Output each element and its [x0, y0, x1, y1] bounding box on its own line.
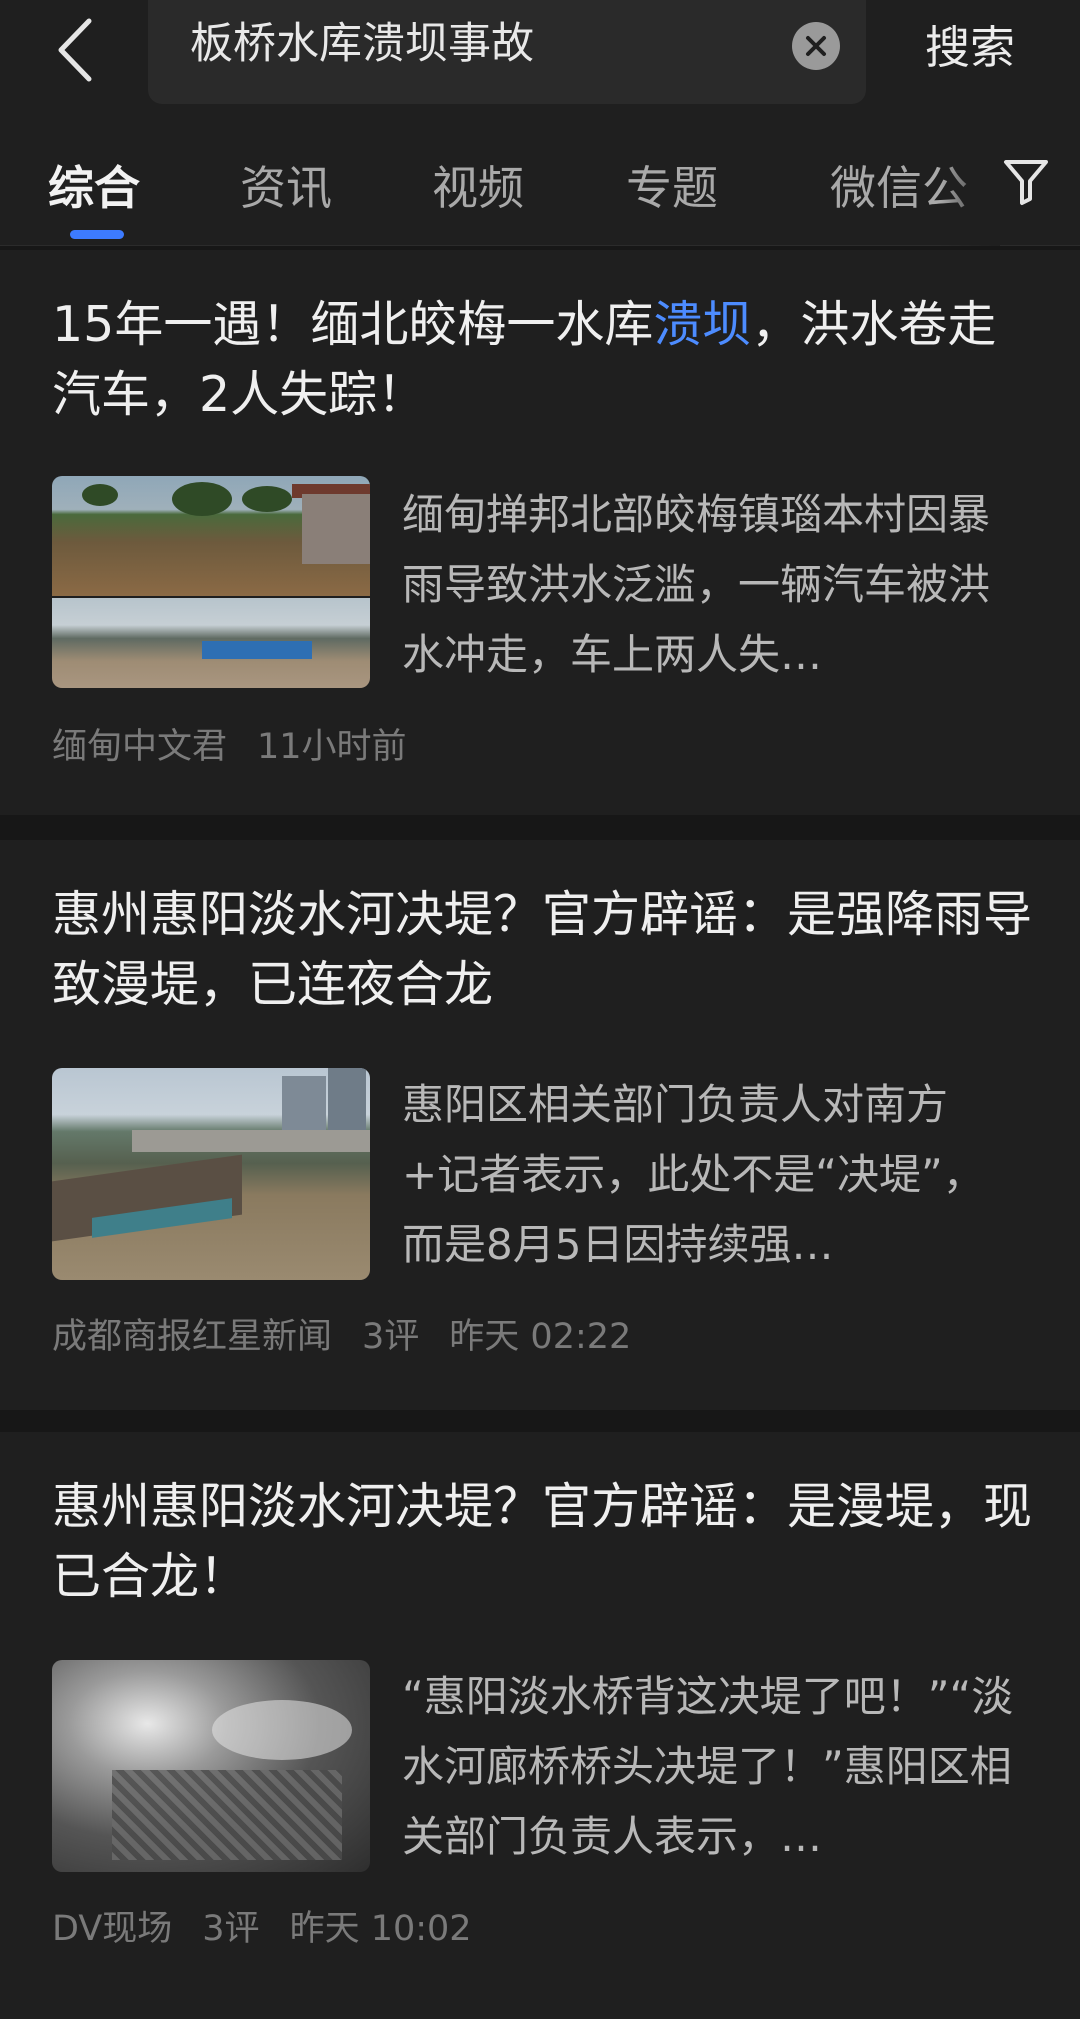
tab-news[interactable]: 资讯	[240, 158, 332, 218]
chevron-left-icon	[58, 18, 92, 82]
news-source: 缅甸中文君	[52, 727, 228, 767]
news-title[interactable]: 惠州惠阳淡水河决堤？官方辟谣：是强降雨导致漫堤，已连夜合龙	[52, 880, 1042, 1020]
search-query-text[interactable]: 板桥水库溃坝事故	[190, 14, 534, 74]
news-summary[interactable]: “惠阳淡水桥背这决堤了吧！”“淡水河廊桥桥头决堤了！”惠阳区相关部门负责人表示，…	[402, 1662, 1022, 1872]
tab-topics[interactable]: 专题	[626, 158, 718, 218]
news-card[interactable]: 惠州惠阳淡水河决堤？官方辟谣：是强降雨导致漫堤，已连夜合龙 惠阳区相关部门负责人…	[0, 840, 1080, 1410]
clear-search-button[interactable]	[792, 22, 840, 70]
news-summary[interactable]: 缅甸掸邦北部皎梅镇瑙本村因暴雨导致洪水泛滥，一辆汽车被洪水冲走，车上两人失…	[402, 480, 1022, 690]
news-card[interactable]: 15年一遇！缅北皎梅一水库溃坝，洪水卷走汽车，2人失踪！ 缅甸掸邦北部皎梅镇瑙本…	[0, 250, 1080, 815]
tab-comprehensive[interactable]: 综合	[48, 158, 140, 218]
search-button[interactable]: 搜索	[900, 14, 1040, 82]
news-title[interactable]: 15年一遇！缅北皎梅一水库溃坝，洪水卷走汽车，2人失踪！	[52, 290, 1042, 430]
news-card[interactable]: 惠州惠阳淡水河决堤？官方辟谣：是漫堤，现已合龙！ “惠阳淡水桥背这决堤了吧！”“…	[0, 1432, 1080, 2004]
back-button[interactable]	[40, 0, 110, 100]
news-meta: DV现场 3评 昨天 10:02	[52, 1904, 502, 1954]
feed-bottom	[0, 2004, 1080, 2019]
filter-button[interactable]	[998, 154, 1054, 210]
active-tab-indicator	[70, 230, 124, 239]
news-thumbnail[interactable]	[52, 1660, 370, 1872]
news-meta: 缅甸中文君 11小时前	[52, 722, 437, 772]
news-thumbnail[interactable]	[52, 476, 370, 688]
title-highlight: 溃坝	[653, 296, 752, 353]
title-text: 15年一遇！缅北皎梅一水库	[52, 296, 654, 353]
search-header: 板桥水库溃坝事故 搜索	[0, 0, 1080, 118]
close-icon	[806, 36, 826, 56]
news-comments: 3评	[202, 1909, 260, 1949]
filter-icon	[1004, 160, 1048, 205]
news-time: 昨天 10:02	[289, 1909, 472, 1949]
news-summary[interactable]: 惠阳区相关部门负责人对南方+记者表示，此处不是“决堤”，而是8月5日因持续强…	[402, 1070, 1022, 1280]
tab-video[interactable]: 视频	[432, 158, 524, 218]
news-thumbnail[interactable]	[52, 1068, 370, 1280]
news-source: 成都商报红星新闻	[52, 1317, 333, 1357]
category-tabs: 综合 资讯 视频 专题 微信公	[0, 118, 1080, 246]
news-source: DV现场	[52, 1909, 173, 1949]
news-time: 11小时前	[257, 727, 407, 767]
news-meta: 成都商报红星新闻 3评 昨天 02:22	[52, 1312, 661, 1362]
news-comments: 3评	[362, 1317, 420, 1357]
search-input[interactable]: 板桥水库溃坝事故	[148, 0, 866, 104]
news-title[interactable]: 惠州惠阳淡水河决堤？官方辟谣：是漫堤，现已合龙！	[52, 1472, 1042, 1612]
news-time: 昨天 02:22	[449, 1317, 632, 1357]
tab-scroll-fade	[940, 118, 1000, 246]
